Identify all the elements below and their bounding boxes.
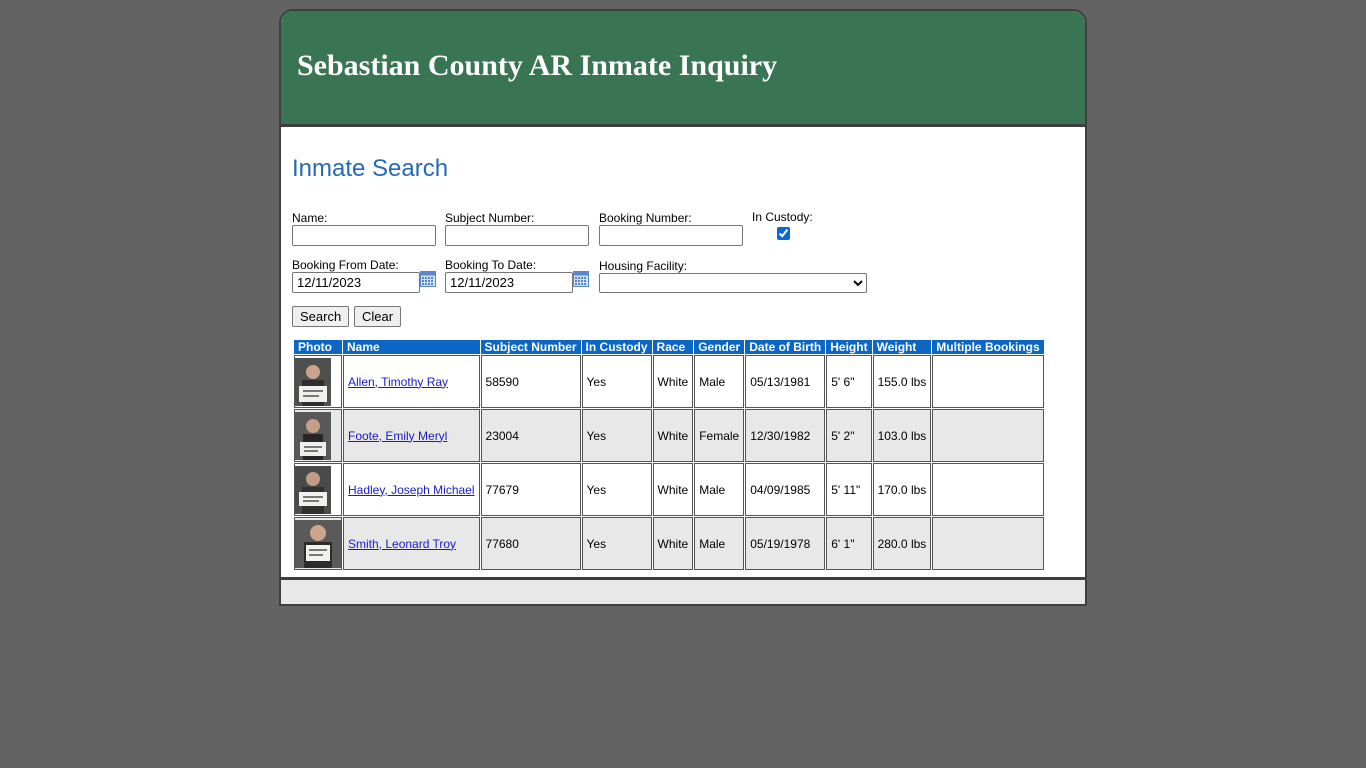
table-row: Smith, Leonard Troy 77680 Yes White Male… (294, 517, 1044, 570)
main-content: Inmate Search Name: Subject Number: Book… (281, 127, 1085, 578)
photo-cell (294, 517, 342, 570)
housing-facility-label: Housing Facility: (599, 259, 688, 273)
page-title: Inmate Search (292, 155, 449, 182)
name-cell: Allen, Timothy Ray (343, 355, 480, 408)
height-cell: 5' 11" (826, 463, 872, 516)
booking-number-label: Booking Number: (599, 211, 692, 225)
race-cell: White (652, 517, 694, 570)
col-subject-number: Subject Number (480, 340, 581, 354)
name-input[interactable] (292, 225, 436, 246)
in-custody-cell: Yes (581, 409, 652, 462)
booking-from-date-label: Booking From Date: (292, 258, 399, 272)
page-footer (281, 577, 1085, 604)
date-of-birth-cell: 04/09/1985 (745, 463, 826, 516)
inmate-name-link[interactable]: Foote, Emily Meryl (348, 429, 447, 443)
booking-from-date-input[interactable] (292, 272, 420, 293)
in-custody-cell: Yes (581, 355, 652, 408)
col-height: Height (826, 340, 872, 354)
multiple-bookings-cell (932, 463, 1044, 516)
site-header: Sebastian County AR Inmate Inquiry (281, 11, 1085, 127)
booking-number-input[interactable] (599, 225, 743, 246)
weight-cell: 155.0 lbs (872, 355, 932, 408)
results-table: Photo Name Subject Number In Custody Rac… (293, 339, 1045, 571)
height-cell: 5' 2" (826, 409, 872, 462)
name-label: Name: (292, 211, 328, 225)
clear-button[interactable]: Clear (354, 306, 402, 327)
photo-cell (294, 355, 342, 408)
subject-number-label: Subject Number: (445, 211, 535, 225)
subject-number-cell: 77679 (480, 463, 581, 516)
in-custody-label: In Custody: (752, 210, 813, 224)
page-frame: Sebastian County AR Inmate Inquiry Inmat… (279, 9, 1087, 606)
calendar-icon[interactable] (420, 270, 436, 287)
facility-field-group: Housing Facility: (599, 259, 867, 293)
col-name: Name (343, 340, 480, 354)
col-date-of-birth: Date of Birth (745, 340, 826, 354)
table-row: Hadley, Joseph Michael 77679 Yes White M… (294, 463, 1044, 516)
to-date-field-group: Booking To Date: (445, 258, 589, 293)
mugshot-photo[interactable] (295, 357, 331, 406)
col-in-custody: In Custody (581, 340, 652, 354)
multiple-bookings-cell (932, 409, 1044, 462)
col-gender: Gender (694, 340, 745, 354)
name-cell: Smith, Leonard Troy (343, 517, 480, 570)
col-multiple-bookings: Multiple Bookings (932, 340, 1044, 354)
name-field-group: Name: (292, 211, 436, 246)
gender-cell: Male (694, 517, 745, 570)
search-button[interactable]: Search (292, 306, 350, 327)
weight-cell: 280.0 lbs (872, 517, 932, 570)
mugshot-photo[interactable] (295, 465, 331, 514)
weight-cell: 170.0 lbs (872, 463, 932, 516)
photo-cell (294, 409, 342, 462)
mugshot-photo[interactable] (295, 519, 341, 568)
booking-to-date-input[interactable] (445, 272, 573, 293)
booking-field-group: Booking Number: (599, 211, 743, 246)
custody-field-group: In Custody: (752, 210, 813, 243)
height-cell: 5' 6" (826, 355, 872, 408)
booking-to-date-label: Booking To Date: (445, 258, 537, 272)
photo-cell (294, 463, 342, 516)
date-of-birth-cell: 05/13/1981 (745, 355, 826, 408)
table-row: Foote, Emily Meryl 23004 Yes White Femal… (294, 409, 1044, 462)
table-row: Allen, Timothy Ray 58590 Yes White Male … (294, 355, 1044, 408)
name-cell: Foote, Emily Meryl (343, 409, 480, 462)
gender-cell: Male (694, 355, 745, 408)
subject-number-cell: 77680 (480, 517, 581, 570)
housing-facility-select[interactable] (599, 273, 867, 293)
col-weight: Weight (872, 340, 932, 354)
inmate-name-link[interactable]: Smith, Leonard Troy (348, 537, 456, 551)
mugshot-photo[interactable] (295, 411, 331, 460)
in-custody-cell: Yes (581, 463, 652, 516)
weight-cell: 103.0 lbs (872, 409, 932, 462)
race-cell: White (652, 409, 694, 462)
from-date-field-group: Booking From Date: (292, 258, 436, 293)
results-header-row: Photo Name Subject Number In Custody Rac… (294, 340, 1044, 354)
inmate-name-link[interactable]: Allen, Timothy Ray (348, 375, 448, 389)
date-of-birth-cell: 12/30/1982 (745, 409, 826, 462)
date-of-birth-cell: 05/19/1978 (745, 517, 826, 570)
multiple-bookings-cell (932, 355, 1044, 408)
subject-number-input[interactable] (445, 225, 589, 246)
col-photo: Photo (294, 340, 342, 354)
race-cell: White (652, 355, 694, 408)
multiple-bookings-cell (932, 517, 1044, 570)
gender-cell: Female (694, 409, 745, 462)
site-title: Sebastian County AR Inmate Inquiry (297, 49, 778, 82)
race-cell: White (652, 463, 694, 516)
gender-cell: Male (694, 463, 745, 516)
calendar-icon[interactable] (573, 270, 589, 287)
subject-number-cell: 58590 (480, 355, 581, 408)
col-race: Race (652, 340, 694, 354)
name-cell: Hadley, Joseph Michael (343, 463, 480, 516)
in-custody-checkbox[interactable] (777, 227, 790, 240)
subject-number-cell: 23004 (480, 409, 581, 462)
in-custody-cell: Yes (581, 517, 652, 570)
subject-field-group: Subject Number: (445, 211, 589, 246)
height-cell: 6' 1" (826, 517, 872, 570)
inmate-name-link[interactable]: Hadley, Joseph Michael (348, 483, 475, 497)
